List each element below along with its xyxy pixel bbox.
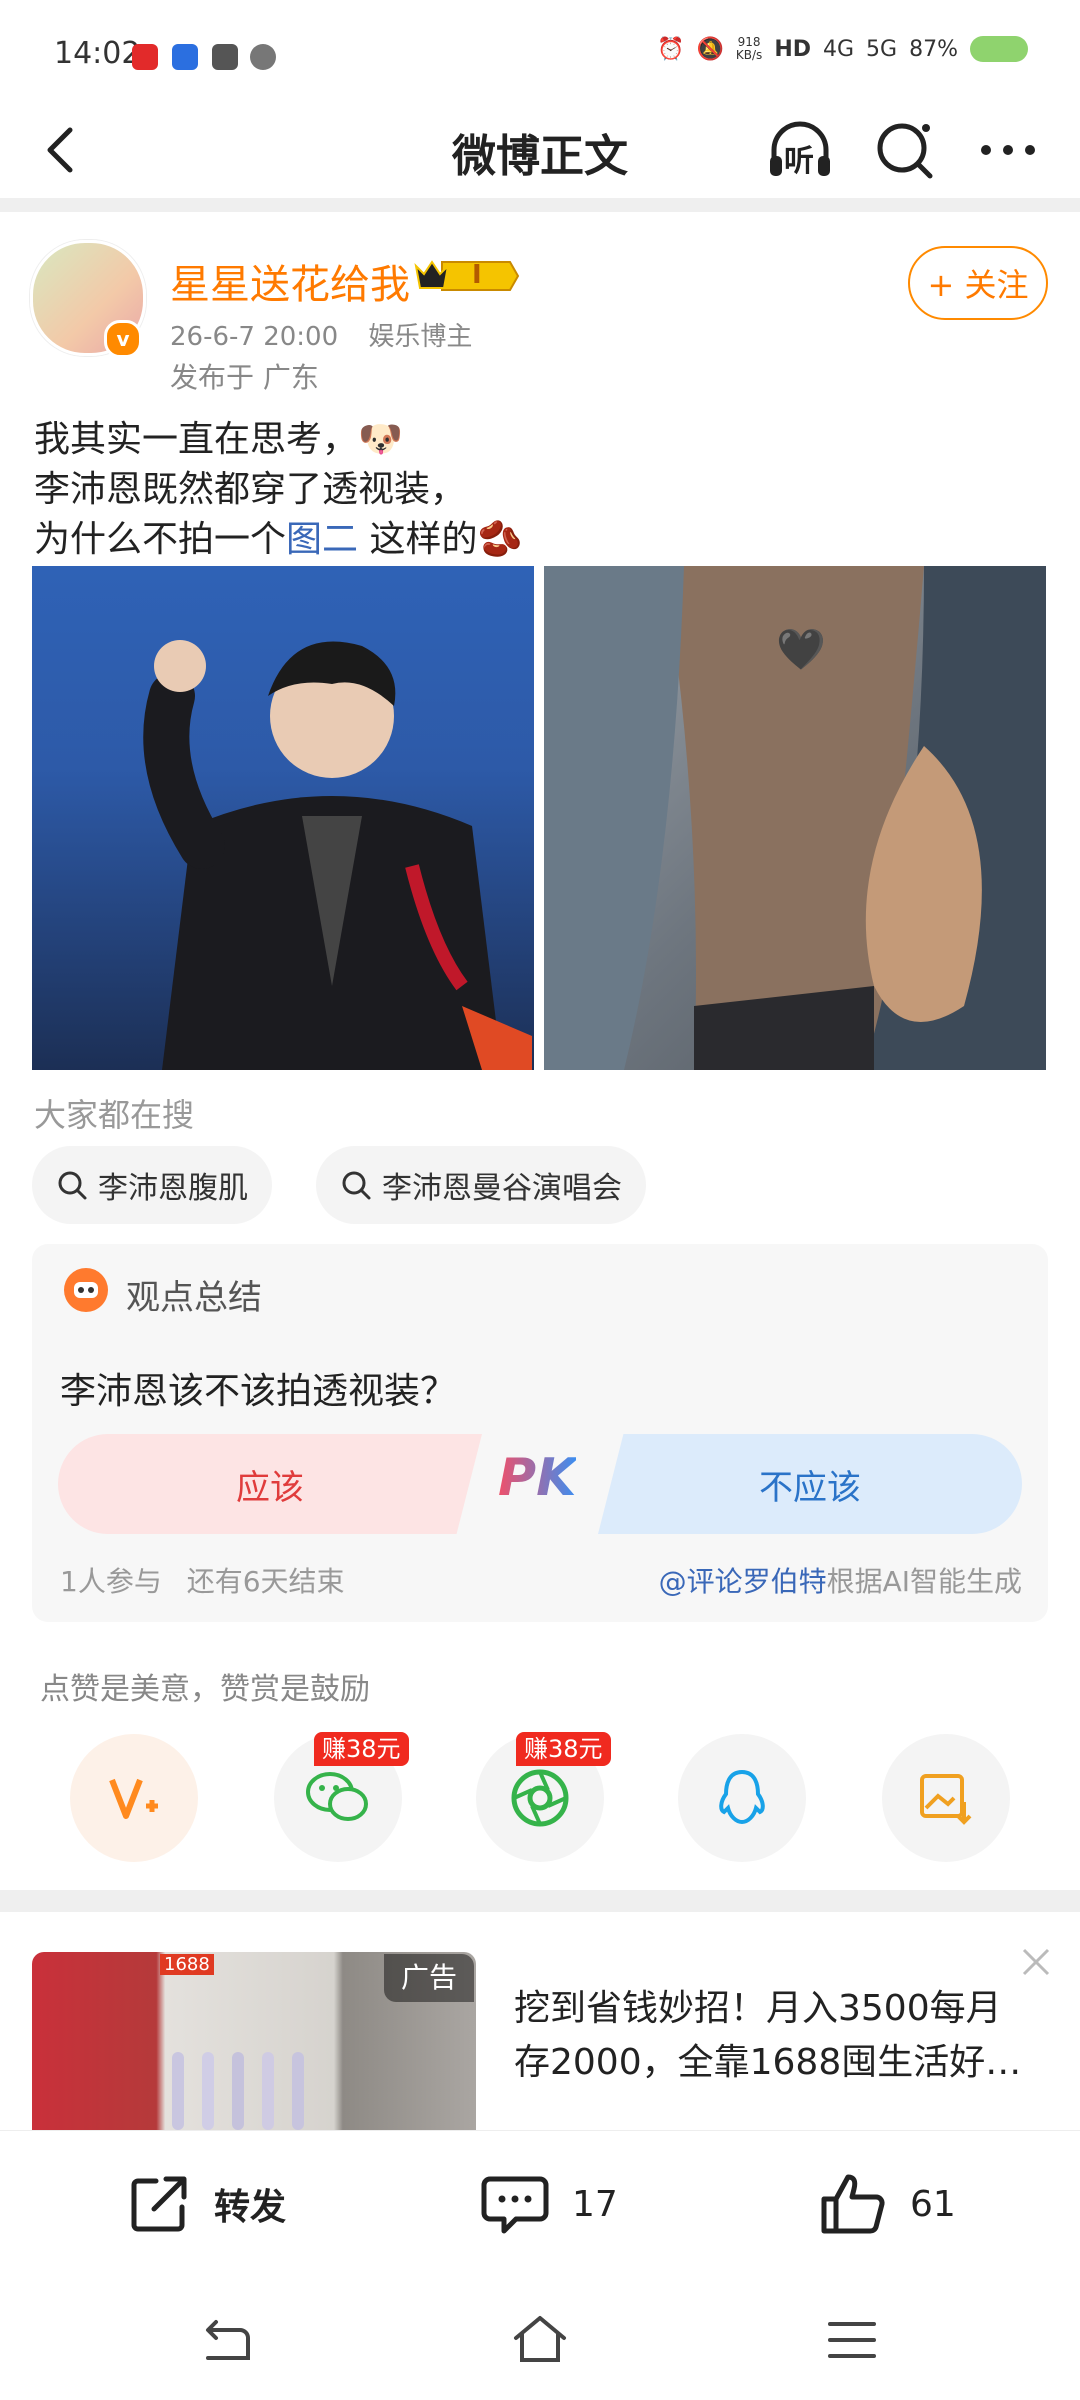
repost-button[interactable]: 转发 (126, 2171, 286, 2237)
follow-button[interactable]: + 关注 (908, 246, 1048, 320)
poll-question: 李沛恩该不该拍透视装？ (60, 1371, 457, 1412)
qq-icon (719, 1769, 765, 1825)
trending-chip-label: 李沛恩曼谷演唱会 (382, 1171, 622, 1206)
v-plus-icon (109, 1778, 158, 1819)
poll-remaining: 还有6天结束 (186, 1565, 345, 1598)
top-nav: 微博正文 听 (0, 100, 1080, 200)
save-image-button[interactable] (882, 1734, 1010, 1862)
app-notification-icon (132, 44, 158, 70)
poll-source-suffix: 根据AI智能生成 (826, 1565, 1022, 1598)
signal-4g: 4G (823, 36, 855, 62)
verified-badge-icon: v (104, 320, 142, 358)
post-date: 26-6-7 20:00 (170, 322, 339, 352)
alarm-icon: ⏰ (657, 36, 685, 62)
app-notification-icon (172, 44, 198, 70)
trending-chip[interactable]: 李沛恩曼谷演唱会 (316, 1146, 646, 1224)
post-text-line3-suffix: 这样的 (369, 519, 478, 560)
battery-icon (970, 36, 1028, 62)
rank-badge: I (412, 256, 520, 296)
ad-badge: 广告 (384, 1954, 474, 2002)
app-notification-icon (250, 44, 276, 70)
post-text-line: 我其实一直在思考，🐶 (34, 410, 403, 462)
listen-label: 听 (784, 144, 814, 179)
bottom-action-bar: 转发 17 61 (0, 2130, 1080, 2281)
like-count: 61 (910, 2183, 956, 2225)
dog-emoji-icon: 🐶 (358, 419, 403, 460)
search-icon[interactable] (870, 114, 942, 186)
crown-icon (414, 260, 520, 291)
net-speed-unit: KB/s (735, 48, 763, 62)
app-notification-icon (212, 44, 238, 70)
author-name[interactable]: 星星送花给我 (170, 252, 410, 310)
robot-mascot-icon (64, 1268, 108, 1312)
battery-percent: 87% (909, 36, 958, 62)
net-speed: 918 KB/s (736, 36, 762, 62)
system-nav-bar (0, 2280, 1080, 2400)
repost-label: 转发 (214, 2187, 287, 2228)
hd-indicator: HD (774, 36, 811, 62)
performer-photo (143, 640, 532, 1070)
reward-hint: 点赞是美意，赞赏是鼓励 (40, 1672, 370, 1707)
post-text-line2: 李沛恩既然都穿了透视装， (34, 469, 467, 510)
poll-source: @评论罗伯特根据AI智能生成 (659, 1560, 1022, 1600)
beans-emoji-icon: 🫘 (477, 519, 523, 560)
section-divider (0, 198, 1080, 212)
search-icon (342, 1171, 371, 1200)
post-location: 发布于 广东 (170, 361, 319, 394)
mute-icon: 🔕 (696, 36, 724, 62)
listen-button[interactable]: 听 (764, 114, 836, 186)
trending-chip[interactable]: 李沛恩腹肌 (32, 1146, 272, 1224)
reward-button[interactable] (70, 1734, 198, 1862)
poll-participants: 1人参与 (60, 1565, 162, 1598)
wechat-icon (306, 1772, 368, 1821)
trending-chip-label: 李沛恩腹肌 (98, 1171, 248, 1206)
status-time: 14:02 (54, 36, 141, 71)
like-button[interactable]: 61 (818, 2171, 956, 2237)
post-text-line: 为什么不拍一个图二 这样的🫘 (34, 510, 522, 562)
rank-level: I (472, 260, 482, 290)
earn-badge: 赚38元 (314, 1732, 409, 1766)
thumbs-up-icon (821, 2174, 885, 2234)
nav-home-icon[interactable] (510, 2314, 570, 2366)
comment-icon (481, 2176, 549, 2234)
signal-5g: 5G (866, 36, 898, 62)
post-image-1[interactable] (32, 566, 534, 1070)
post-image-2[interactable]: 🖤 (544, 566, 1046, 1070)
save-image-icon (920, 1774, 972, 1825)
pk-label: PK (498, 1448, 576, 1508)
close-icon[interactable] (1018, 1944, 1054, 1980)
repost-icon (131, 2176, 187, 2232)
ad-image-tag: 1688 (160, 1954, 214, 1975)
post-image-link[interactable]: 图二 (286, 519, 358, 560)
nav-menu-icon[interactable] (824, 2318, 880, 2362)
status-right: ⏰ 🔕 918 KB/s HD 4G 5G 87% (657, 36, 1028, 62)
comment-button[interactable]: 17 (480, 2171, 618, 2237)
post-text-line1: 我其实一直在思考， (34, 419, 359, 460)
status-bar: 14:02 ⏰ 🔕 918 KB/s HD 4G 5G 87% (0, 0, 1080, 100)
more-icon[interactable] (972, 114, 1044, 186)
ad-title[interactable]: 挖到省钱妙招！月入3500每月存2000，全靠1688囤生活好… (514, 1982, 1034, 2090)
nav-back-icon[interactable] (196, 2318, 256, 2366)
heart-sticker: 🖤 (776, 627, 826, 673)
search-icon (58, 1171, 87, 1200)
poll-option-yes[interactable]: 应该 (58, 1434, 482, 1534)
trending-label: 大家都在搜 (34, 1096, 195, 1134)
post-text-line3: 为什么不拍一个 (34, 519, 287, 560)
poll-stats: 1人参与 还有6天结束 (60, 1560, 345, 1600)
comment-count: 17 (572, 2183, 618, 2225)
poll-header: 观点总结 (126, 1278, 262, 1318)
earn-badge: 赚38元 (516, 1732, 611, 1766)
poll-source-author[interactable]: @评论罗伯特 (659, 1565, 827, 1598)
post-meta: 26-6-7 20:00 娱乐博主 (170, 316, 472, 353)
moments-icon (511, 1769, 569, 1827)
poll-option-no[interactable]: 不应该 (598, 1434, 1022, 1534)
section-divider (0, 1890, 1080, 1912)
share-qq-button[interactable] (678, 1734, 806, 1862)
toothbrush-illustration (172, 2052, 304, 2130)
author-role: 娱乐博主 (368, 322, 473, 352)
pk-text: PK (498, 1448, 577, 1508)
